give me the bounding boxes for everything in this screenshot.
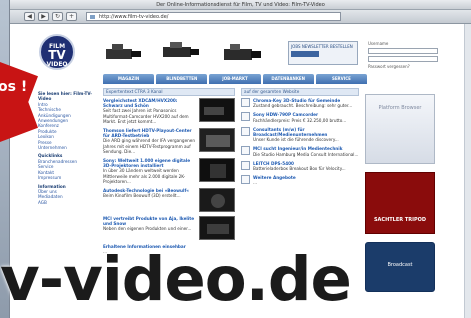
camera-image xyxy=(224,44,261,60)
news-article[interactable]: Vergleichstest XDCAM/HVX200: Schwarz und… xyxy=(103,98,235,124)
article-title[interactable]: Sony: Weltweit 1.000 eigene digitale 3D-… xyxy=(103,158,196,168)
forward-button[interactable]: ▶ xyxy=(38,12,49,21)
camera-image xyxy=(163,42,199,57)
article-title[interactable]: Thomson liefert HDTV-Playout-Center für … xyxy=(103,128,196,138)
article-text: In über 30 Ländern weltweit werden Mittl… xyxy=(103,168,186,184)
article-text: Seit fast zwei Jahren ist Panasonics Mul… xyxy=(103,108,189,124)
news-article[interactable]: Autodesk-Technologie bei »Beowulf« Beim … xyxy=(103,188,235,213)
sidebar-link[interactable]: Unternehmen xyxy=(38,145,96,150)
article-thumbnail xyxy=(199,216,235,241)
info-link[interactable]: AGB xyxy=(38,200,96,205)
item-text: Unser Kunde ist die führende discovery..… xyxy=(253,137,339,143)
ad-banner[interactable]: Platform Browser xyxy=(365,94,435,164)
nav-tab-datenbanken[interactable]: DATENBANKEN xyxy=(262,74,314,84)
news-article[interactable]: Sony: Weltweit 1.000 eigene digitale 3D-… xyxy=(103,158,235,184)
site-logo[interactable]: FILM TV VIDEO xyxy=(39,34,75,70)
promo-button[interactable] xyxy=(291,51,319,57)
article-title[interactable]: Vergleichstest XDCAM/HVX200: Schwarz und… xyxy=(103,98,196,108)
article-thumbnail xyxy=(199,188,235,213)
site-search-bar[interactable]: auf der gesamten Website xyxy=(241,88,359,96)
logo-line3: VIDEO xyxy=(46,61,68,68)
news-search-bar[interactable]: Expertentext CTRA 3 Kanal xyxy=(103,88,235,96)
reload-button[interactable]: ↻ xyxy=(52,12,63,21)
market-item[interactable]: MCI sucht Ingenieur/in Medientechnik Die… xyxy=(241,146,359,157)
article-title[interactable]: MCI vertreibt Produkte von Aja, Ikelite … xyxy=(103,216,196,226)
password-input[interactable] xyxy=(368,56,438,62)
username-label: Username xyxy=(368,41,389,46)
forgot-password-link[interactable]: Passwort vergessen? xyxy=(368,64,438,69)
article-text: Neben den eigenen Produkten und einer... xyxy=(103,226,192,232)
market-item[interactable]: Chroma-Key 3D-Studio für Gemeinde Zustan… xyxy=(241,98,359,108)
overlay-domain-text: v-video.de xyxy=(0,244,352,315)
photo-scene: Der Online-Informationsdienst für Film, … xyxy=(0,0,471,318)
address-bar[interactable]: http://www.film-tv-video.de/ xyxy=(86,12,341,21)
header-camera-images xyxy=(100,36,270,66)
item-icon xyxy=(241,126,250,136)
browser-toolbar: ◀ ▶ ↻ + http://www.film-tv-video.de/ xyxy=(10,10,471,24)
back-button[interactable]: ◀ xyxy=(24,12,35,21)
item-text: Fachhändlerpreis: Preis € 32.250,00 brut… xyxy=(253,117,347,123)
market-item[interactable]: Weitere Angebote ... xyxy=(241,175,359,185)
item-icon xyxy=(241,98,250,107)
item-icon xyxy=(241,175,250,185)
item-title[interactable]: MCI sucht Ingenieur/in Medientechnik xyxy=(253,146,358,151)
nav-tab-job-markt[interactable]: JOB-MARKT xyxy=(209,74,261,84)
item-icon xyxy=(241,160,250,170)
item-icon xyxy=(241,112,250,122)
sidebar-welcome: Sie lesen hier: Film-TV-Video xyxy=(38,91,92,102)
item-text: Batterieladerbox Breakout Box für Veloci… xyxy=(253,166,346,172)
camera-image xyxy=(106,44,141,59)
ad-banner[interactable]: SACHTLER TRIPOD xyxy=(365,172,435,234)
item-title[interactable]: Consultants (m/w) für Broadcast/Medienun… xyxy=(253,127,359,137)
news-article[interactable]: Thomson liefert HDTV-Playout-Center für … xyxy=(103,128,235,154)
nav-tab-blindbetten[interactable]: BLINDBETTEN xyxy=(156,74,208,84)
quicklink[interactable]: Impressum xyxy=(38,175,96,180)
article-thumbnail xyxy=(199,158,235,183)
promo-title: JOBS NEWSLETTER BESTELLEN xyxy=(291,44,353,49)
newsletter-promo[interactable]: JOBS NEWSLETTER BESTELLEN xyxy=(288,41,358,65)
nav-tab-magazin[interactable]: MAGAZIN xyxy=(103,74,155,84)
market-item[interactable]: Sony HDW-790P Camcorder Fachhändlerpreis… xyxy=(241,112,359,123)
main-navigation: MAGAZIN BLINDBETTEN JOB-MARKT DATENBANKE… xyxy=(103,74,368,84)
window-title: Der Online-Informationsdienst für Film, … xyxy=(10,0,471,10)
username-input[interactable] xyxy=(368,48,438,54)
news-article[interactable]: MCI vertreibt Produkte von Aja, Ikelite … xyxy=(103,216,235,241)
add-bookmark-button[interactable]: + xyxy=(66,12,77,21)
item-text: Zustand gebraucht. Beschreibung: sehr gu… xyxy=(253,103,353,109)
market-item[interactable]: Consultants (m/w) für Broadcast/Medienun… xyxy=(241,126,359,143)
nav-tab-service[interactable]: SERVICE xyxy=(315,74,368,84)
item-text: ... xyxy=(253,180,257,186)
login-box: Username Passwort vergessen? xyxy=(368,41,438,71)
market-item[interactable]: LEITCH DPS-5400 Batterieladerbox Breakou… xyxy=(241,160,359,172)
item-text: Die Studio Hamburg Media Consult Interna… xyxy=(253,151,359,157)
article-thumbnail xyxy=(199,98,235,122)
article-text: Beim Kinofilm Beowulf (3D) erstellt... xyxy=(103,193,181,199)
item-title[interactable]: Weitere Angebote xyxy=(253,175,296,180)
article-text: Die ARD ging während der IFA vergangenen… xyxy=(103,138,196,154)
logo-line2: TV xyxy=(48,48,66,62)
article-thumbnail xyxy=(199,128,235,153)
item-icon xyxy=(241,146,250,156)
